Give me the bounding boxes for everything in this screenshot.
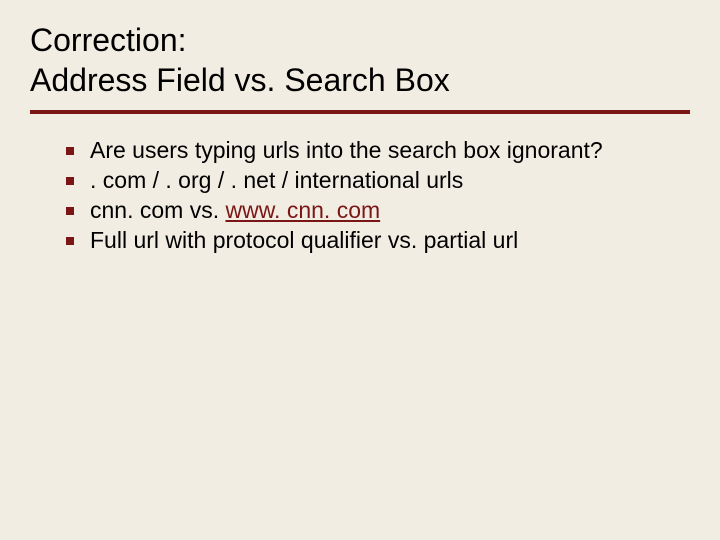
title-line-1: Correction: (30, 22, 187, 58)
bullet-icon (66, 147, 74, 155)
title-line-2: Address Field vs. Search Box (30, 62, 450, 98)
list-item: Are users typing urls into the search bo… (60, 136, 680, 166)
bullet-link[interactable]: www. cnn. com (225, 197, 380, 223)
bullet-text: Are users typing urls into the search bo… (90, 137, 603, 163)
list-item: cnn. com vs. www. cnn. com (60, 196, 680, 226)
bullet-text: . com / . org / . net / international ur… (90, 167, 463, 193)
bullet-text-pre: cnn. com vs. (90, 197, 225, 223)
bullet-icon (66, 237, 74, 245)
bullet-icon (66, 177, 74, 185)
slide-title: Correction: Address Field vs. Search Box (30, 20, 690, 100)
list-item: . com / . org / . net / international ur… (60, 166, 680, 196)
bullet-text: Full url with protocol qualifier vs. par… (90, 227, 518, 253)
bullet-icon (66, 207, 74, 215)
list-item: Full url with protocol qualifier vs. par… (60, 226, 680, 256)
slide: Correction: Address Field vs. Search Box… (0, 0, 720, 540)
title-underline (30, 110, 690, 114)
bullet-list: Are users typing urls into the search bo… (30, 136, 690, 256)
